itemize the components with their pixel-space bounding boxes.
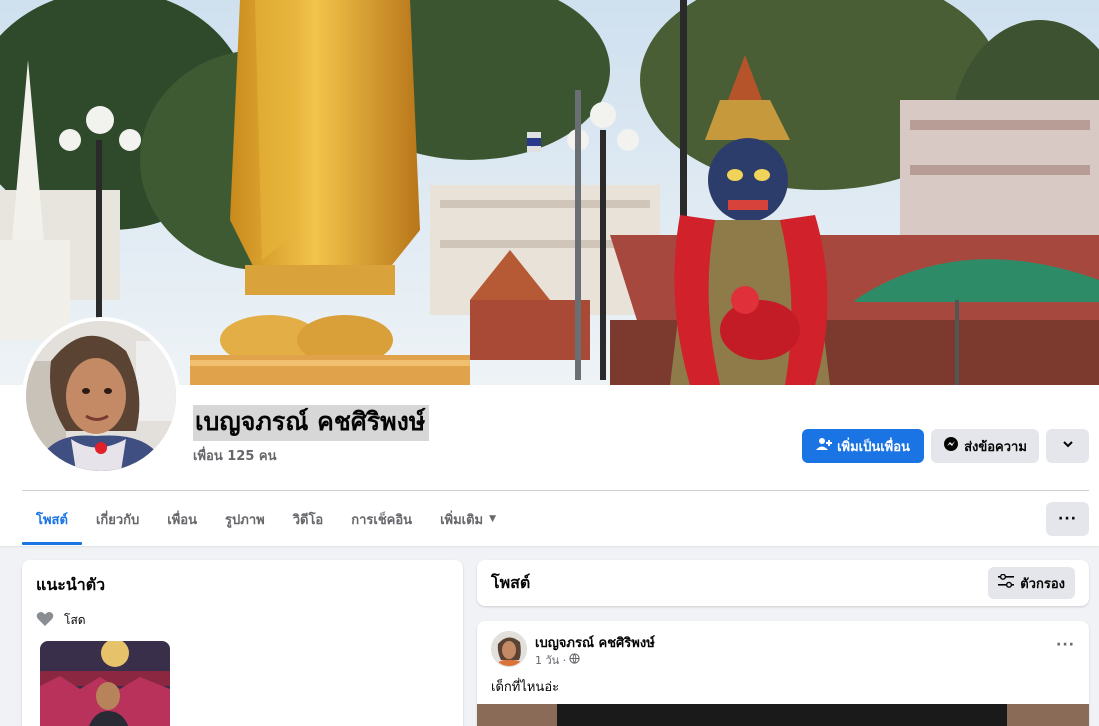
tab-friends[interactable]: เพื่อน — [153, 493, 211, 545]
posts-header-card: โพสต์ ตัวกรอง — [477, 560, 1089, 606]
tab-videos[interactable]: วิดีโอ — [279, 493, 338, 545]
add-friend-button[interactable]: เพิ่มเป็นเพื่อน — [802, 429, 924, 463]
tab-label: วิดีโอ — [292, 512, 324, 528]
post-options-icon[interactable]: ··· — [1056, 637, 1075, 653]
tab-photos[interactable]: รูปภาพ — [211, 493, 279, 545]
post-author-name[interactable]: เบญจภรณ์ คชศิริพงษ์ — [535, 632, 655, 653]
post-author-avatar[interactable] — [491, 631, 527, 667]
filter-button[interactable]: ตัวกรอง — [988, 567, 1075, 599]
filter-icon — [998, 573, 1015, 592]
tab-label: เพื่อน — [167, 512, 198, 528]
header-divider — [22, 490, 1089, 491]
caret-down-icon: ▼ — [489, 514, 497, 524]
cover-photo[interactable] — [0, 0, 1099, 385]
intro-title: แนะนำตัว — [36, 575, 106, 594]
profile-tabs: โพสต์ เกี่ยวกับ เพื่อน รูปภาพ วิดีโอ การ… — [22, 493, 510, 545]
tab-posts[interactable]: โพสต์ — [22, 493, 82, 545]
post-time[interactable]: 1 วัน · — [535, 651, 566, 669]
tab-checkins[interactable]: การเช็คอิน — [337, 493, 426, 545]
profile-avatar[interactable] — [22, 317, 180, 475]
chevron-down-icon — [1062, 438, 1074, 454]
post-meta: 1 วัน · — [535, 651, 580, 669]
add-friend-label: เพิ่มเป็นเพื่อน — [837, 439, 910, 455]
featured-photo[interactable] — [40, 641, 170, 726]
post-text: เด็กที่ไหนอ่ะ — [491, 680, 560, 695]
tab-about[interactable]: เกี่ยวกับ — [82, 493, 153, 545]
ellipsis-icon: ··· — [1058, 511, 1077, 527]
tab-label: รูปภาพ — [225, 512, 265, 528]
post-image[interactable] — [477, 704, 1089, 726]
tab-label: เพิ่มเติม — [440, 512, 484, 528]
globe-icon — [569, 653, 580, 667]
tab-label: เกี่ยวกับ — [95, 512, 140, 528]
tab-label: โพสต์ — [36, 512, 68, 528]
filter-label: ตัวกรอง — [1020, 576, 1065, 592]
heart-icon — [36, 611, 54, 630]
friend-count[interactable]: เพื่อน 125 คน — [193, 445, 276, 466]
posts-title: โพสต์ — [491, 573, 531, 592]
relationship-status: โสด — [64, 613, 86, 627]
profile-options-button[interactable] — [1046, 429, 1089, 463]
add-friend-icon — [816, 436, 833, 456]
messenger-icon — [943, 436, 959, 456]
message-button[interactable]: ส่งข้อความ — [931, 429, 1039, 463]
message-label: ส่งข้อความ — [964, 439, 1027, 455]
tab-label: การเช็คอิน — [351, 512, 413, 528]
tab-more[interactable]: เพิ่มเติม ▼ — [426, 493, 510, 545]
relationship-row: โสด — [36, 611, 86, 630]
more-options-button[interactable]: ··· — [1046, 502, 1089, 536]
profile-name: เบญจภรณ์ คชศิริพงษ์ — [193, 405, 430, 441]
intro-card: แนะนำตัว โสด — [22, 560, 463, 726]
post-card: เบญจภรณ์ คชศิริพงษ์ 1 วัน · ··· เด็กที่ไ… — [477, 621, 1089, 726]
